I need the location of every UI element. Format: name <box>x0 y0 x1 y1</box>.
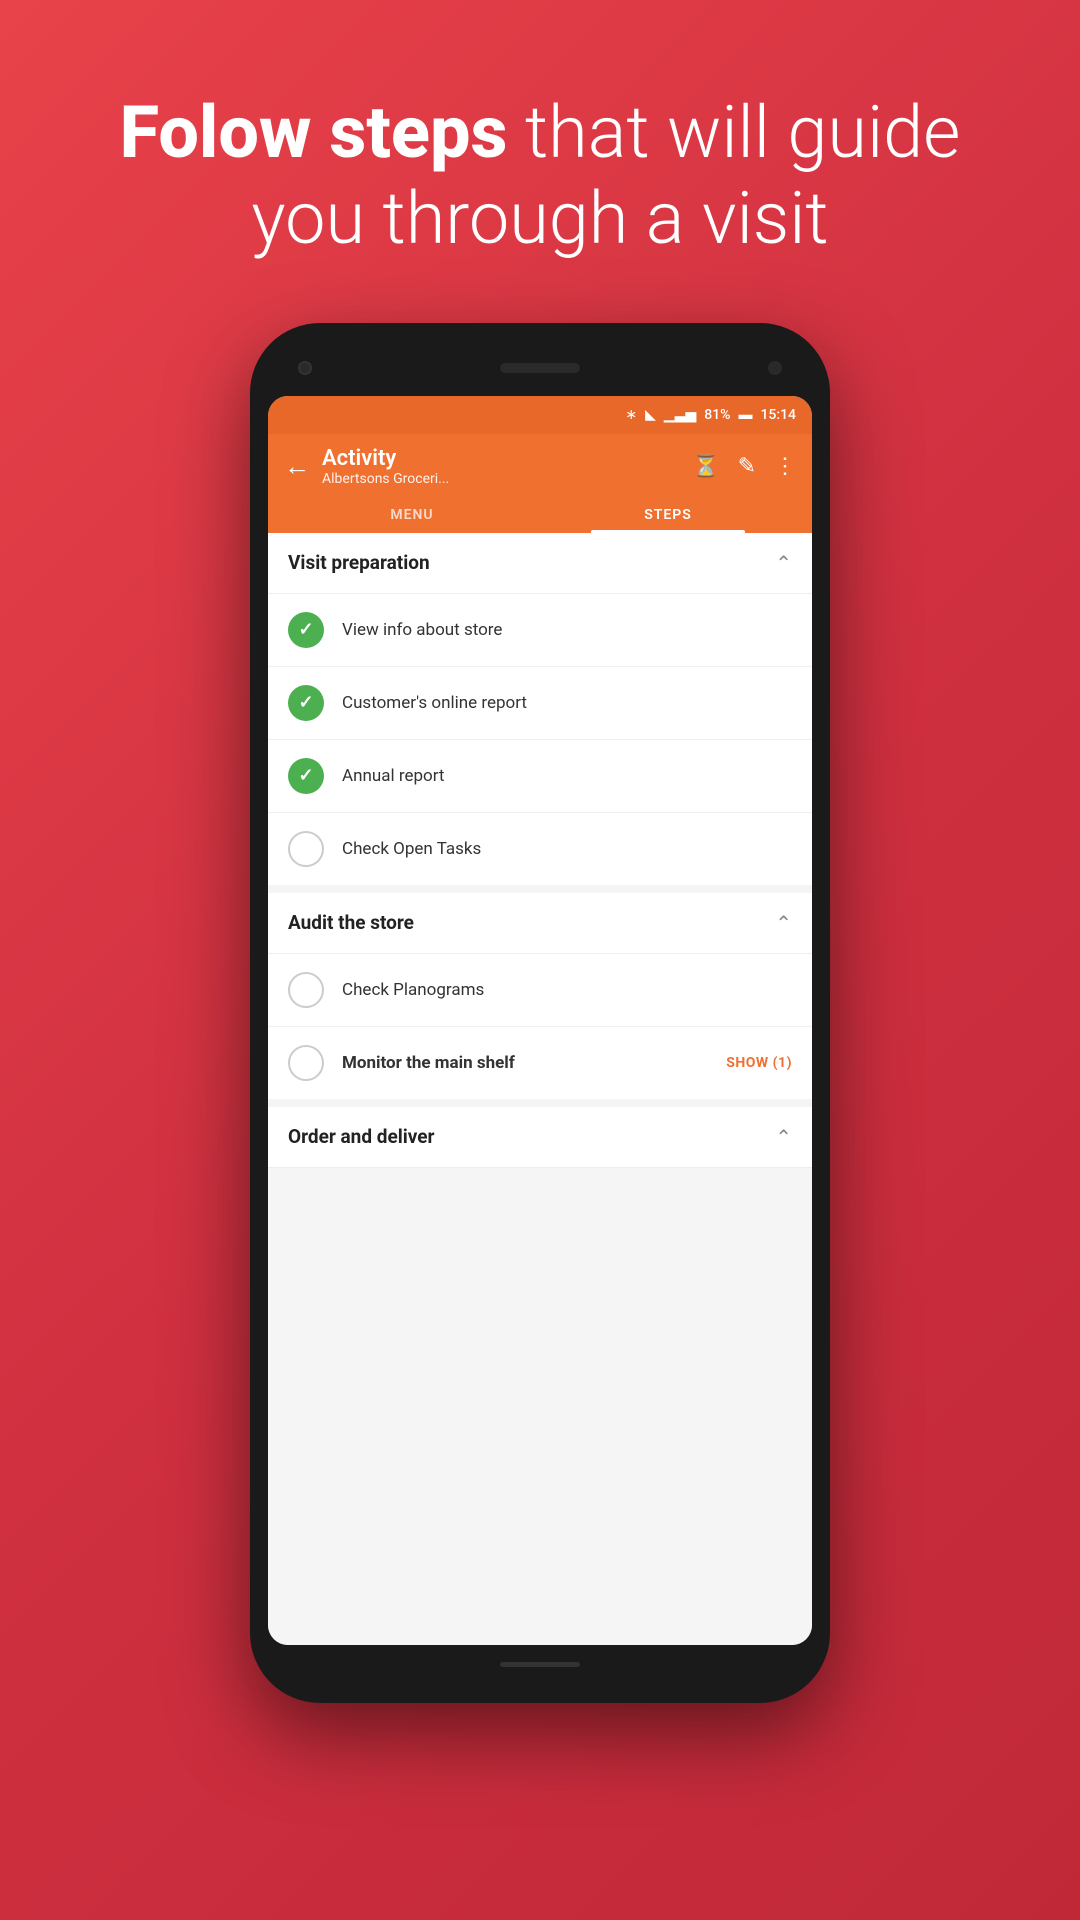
phone-speaker <box>500 363 580 373</box>
hero-text: Folow steps that will guide you through … <box>0 0 1080 303</box>
check-mark-icon: ✓ <box>298 619 313 640</box>
chevron-up-icon: ⌃ <box>775 1125 792 1149</box>
phone-device: ∗ ◣ ▁▃▅ 81% ▬ 15:14 ← Activity Albertson… <box>250 323 830 1703</box>
app-bar-actions: ⏳ ✎ ⋮ <box>692 454 796 479</box>
hero-bold: Folow steps <box>120 90 508 175</box>
phone-container: ∗ ◣ ▁▃▅ 81% ▬ 15:14 ← Activity Albertson… <box>0 323 1080 1703</box>
phone-bottom <box>268 1645 812 1685</box>
item-label: Annual report <box>342 766 792 786</box>
item-label: Customer's online report <box>342 693 792 713</box>
phone-top-bar <box>268 341 812 396</box>
home-indicator <box>500 1662 580 1667</box>
section-audit-title: Audit the store <box>288 911 414 934</box>
app-bar: ← Activity Albertsons Groceri... ⏳ ✎ ⋮ <box>268 434 812 533</box>
chevron-up-icon: ⌃ <box>775 911 792 935</box>
back-button[interactable]: ← <box>284 451 310 482</box>
list-item[interactable]: ✓ View info about store <box>268 594 812 667</box>
list-item[interactable]: Monitor the main shelf SHOW (1) <box>268 1027 812 1099</box>
more-icon[interactable]: ⋮ <box>774 454 796 479</box>
section-order-title: Order and deliver <box>288 1125 435 1148</box>
signal-icon: ▁▃▅ <box>664 407 696 423</box>
item-label-bold: Monitor the main shelf <box>342 1053 708 1073</box>
front-camera-right <box>768 361 782 375</box>
item-label: Check Open Tasks <box>342 839 792 859</box>
app-title: Activity <box>322 446 449 471</box>
check-circle-checked[interactable]: ✓ <box>288 758 324 794</box>
check-circle-unchecked[interactable] <box>288 972 324 1008</box>
edit-icon[interactable]: ✎ <box>738 454 756 479</box>
app-bar-top: ← Activity Albertsons Groceri... ⏳ ✎ ⋮ <box>284 446 796 487</box>
show-badge[interactable]: SHOW (1) <box>726 1055 792 1071</box>
phone-screen: ∗ ◣ ▁▃▅ 81% ▬ 15:14 ← Activity Albertson… <box>268 396 812 1645</box>
content-area: Visit preparation ⌃ ✓ View info about st… <box>268 533 812 1645</box>
list-item[interactable]: Check Open Tasks <box>268 813 812 885</box>
battery-text: 81% <box>704 407 730 423</box>
list-item[interactable]: ✓ Annual report <box>268 740 812 813</box>
history-icon[interactable]: ⏳ <box>692 454 719 479</box>
battery-icon: ▬ <box>738 406 752 423</box>
check-mark-icon: ✓ <box>298 692 313 713</box>
app-bar-left: ← Activity Albertsons Groceri... <box>284 446 449 487</box>
section-audit-header[interactable]: Audit the store ⌃ <box>268 893 812 954</box>
check-mark-icon: ✓ <box>298 765 313 786</box>
check-circle-checked[interactable]: ✓ <box>288 612 324 648</box>
item-label: Check Planograms <box>342 980 792 1000</box>
tab-steps[interactable]: STEPS <box>540 497 796 533</box>
section-visit-prep-header[interactable]: Visit preparation ⌃ <box>268 533 812 594</box>
app-bar-titles: Activity Albertsons Groceri... <box>322 446 449 487</box>
wifi-icon: ◣ <box>645 407 656 423</box>
section-audit-store: Audit the store ⌃ Check Planograms Monit… <box>268 893 812 1099</box>
chevron-up-icon: ⌃ <box>775 551 792 575</box>
app-subtitle: Albertsons Groceri... <box>322 471 449 487</box>
tab-menu[interactable]: MENU <box>284 497 540 533</box>
list-item[interactable]: ✓ Customer's online report <box>268 667 812 740</box>
time-text: 15:14 <box>760 407 796 423</box>
section-order-deliver: Order and deliver ⌃ <box>268 1107 812 1168</box>
tabs-bar: MENU STEPS <box>284 497 796 533</box>
section-visit-preparation: Visit preparation ⌃ ✓ View info about st… <box>268 533 812 885</box>
section-order-header[interactable]: Order and deliver ⌃ <box>268 1107 812 1168</box>
check-circle-checked[interactable]: ✓ <box>288 685 324 721</box>
bluetooth-icon: ∗ <box>625 407 637 423</box>
front-camera <box>298 361 312 375</box>
item-label: View info about store <box>342 620 792 640</box>
check-circle-unchecked[interactable] <box>288 831 324 867</box>
check-circle-unchecked[interactable] <box>288 1045 324 1081</box>
status-bar: ∗ ◣ ▁▃▅ 81% ▬ 15:14 <box>268 396 812 434</box>
list-item[interactable]: Check Planograms <box>268 954 812 1027</box>
section-visit-prep-title: Visit preparation <box>288 551 430 574</box>
